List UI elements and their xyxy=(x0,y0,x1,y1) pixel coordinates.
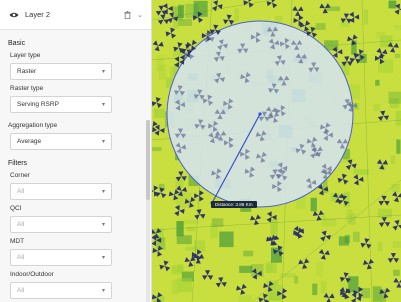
basic-section: Basic Layer type Raster ▾ Raster type Se… xyxy=(0,40,151,150)
cell-site-icon xyxy=(211,0,223,12)
raster-type-label: Raster type xyxy=(10,85,44,92)
cell-site-icon xyxy=(215,277,227,288)
cell-site-icon xyxy=(362,258,374,270)
distance-start-point xyxy=(258,112,262,116)
indoor-outdoor-select[interactable]: All ▾ xyxy=(10,282,112,299)
cell-site-icon xyxy=(320,230,331,242)
cell-site-icon xyxy=(194,209,206,220)
cell-site-icon xyxy=(318,248,330,260)
cell-site-icon xyxy=(353,174,364,186)
cell-site-icon xyxy=(236,283,247,295)
corner-select[interactable]: All ▾ xyxy=(10,183,112,200)
eye-icon[interactable] xyxy=(9,11,19,19)
chevron-down-icon: ▾ xyxy=(101,139,105,145)
qci-label: QCI xyxy=(10,205,22,212)
layer-settings-panel: Layer 2 ⌄ Basic Layer type Raster ▾ Rast… xyxy=(0,0,152,302)
aggregation-type-label: Aggregation type xyxy=(8,122,58,129)
cell-site-icon xyxy=(250,214,262,226)
cell-site-icon xyxy=(223,14,235,25)
cell-site-icon xyxy=(159,260,171,272)
distance-tooltip: Distance: 3.86 Km xyxy=(211,201,257,208)
coverage-map[interactable]: Distance: 3.86 Km xyxy=(152,0,401,302)
cell-site-icon xyxy=(393,277,401,288)
cell-site-icon xyxy=(387,253,400,263)
mdt-select[interactable]: All ▾ xyxy=(10,249,112,266)
basic-section-title: Basic xyxy=(8,40,26,47)
cell-site-icon xyxy=(243,0,254,8)
chevron-down-icon: ▾ xyxy=(101,189,105,195)
raster-type-select[interactable]: Serving RSRP ▾ xyxy=(10,96,112,113)
cell-site-icon xyxy=(201,270,214,281)
chevron-down-icon: ▾ xyxy=(101,102,105,108)
cell-site-icon xyxy=(292,5,304,17)
qci-value: All xyxy=(17,221,25,228)
layer-header: Layer 2 ⌄ xyxy=(0,0,151,30)
cell-site-icon xyxy=(347,34,358,46)
corner-label: Corner xyxy=(10,172,30,179)
chevron-down-icon[interactable]: ⌄ xyxy=(137,11,143,19)
coverage-map-canvas[interactable] xyxy=(152,0,401,302)
chevron-down-icon: ▾ xyxy=(101,255,105,261)
cell-site-icon xyxy=(337,173,349,185)
cell-site-icon xyxy=(152,40,164,52)
aggregation-type-value: Average xyxy=(17,138,42,145)
cell-site-icon xyxy=(266,0,278,9)
cell-site-icon xyxy=(298,258,310,269)
cell-site-icon xyxy=(349,11,360,23)
indoor-outdoor-value: All xyxy=(17,287,25,294)
layer-type-value: Raster xyxy=(17,68,37,75)
chevron-down-icon: ▾ xyxy=(101,222,105,228)
cell-site-icon xyxy=(360,238,372,249)
scrollbar-thumb[interactable] xyxy=(146,120,150,200)
cell-site-icon xyxy=(165,27,177,39)
aggregation-type-select[interactable]: Average ▾ xyxy=(10,133,112,150)
layer-type-select[interactable]: Raster ▾ xyxy=(10,63,112,80)
filters-section-title: Filters xyxy=(8,160,28,167)
corner-value: All xyxy=(17,188,25,195)
filters-section: Filters Corner All ▾ QCI All ▾ MDT All ▾… xyxy=(0,160,151,299)
chevron-down-icon: ▾ xyxy=(101,288,105,294)
chevron-down-icon: ▾ xyxy=(101,69,105,75)
layer-title: Layer 2 xyxy=(25,10,51,19)
indoor-outdoor-label: Indoor/Outdoor xyxy=(10,271,54,278)
mdt-label: MDT xyxy=(10,238,25,245)
qci-select[interactable]: All ▾ xyxy=(10,216,112,233)
trash-icon[interactable] xyxy=(124,10,131,19)
cell-site-icon xyxy=(152,97,163,109)
mdt-value: All xyxy=(17,254,25,261)
cell-site-icon xyxy=(376,159,389,170)
raster-type-value: Serving RSRP xyxy=(17,101,59,108)
cell-site-icon xyxy=(392,219,401,231)
layer-type-label: Layer type xyxy=(10,52,41,59)
